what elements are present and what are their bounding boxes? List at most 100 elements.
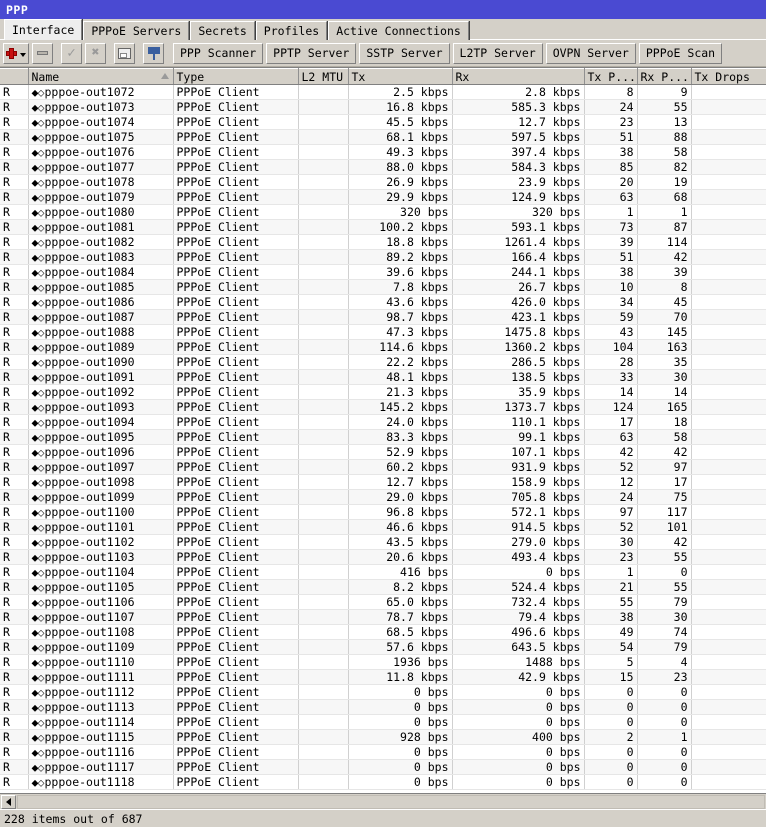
cell-name: ⬥⬦pppoe-out1077 [28,159,174,175]
horizontal-scrollbar[interactable] [0,793,766,809]
table-row[interactable]: R ⬥⬦pppoe-out1081 PPPoE Client 100.2 kbps 59… [0,219,766,235]
cell-type: PPPoE Client [173,564,299,580]
table-row[interactable]: R ⬥⬦pppoe-out1111 PPPoE Client 11.8 kbps 42.… [0,669,766,685]
add-button[interactable] [3,42,29,64]
button-label: PPTP Server [273,46,350,60]
table-row[interactable]: R ⬥⬦pppoe-out1113 PPPoE Client 0 bps 0 bps 0 0 [0,699,766,715]
tab-pppoe-servers[interactable]: PPPoE Servers [83,21,190,40]
table-row[interactable]: R ⬥⬦pppoe-out1090 PPPoE Client 22.2 kbps 286… [0,354,766,370]
column-header-tx[interactable]: Tx [348,68,453,85]
table-row[interactable]: R ⬥⬦pppoe-out1104 PPPoE Client 416 bps 0 bps… [0,564,766,580]
table-row[interactable]: R ⬥⬦pppoe-out1086 PPPoE Client 43.6 kbps 426… [0,294,766,310]
table-row[interactable]: R ⬥⬦pppoe-out1106 PPPoE Client 65.0 kbps 732… [0,594,766,610]
cell-tx: 96.8 kbps [348,504,453,520]
table-row[interactable]: R ⬥⬦pppoe-out1107 PPPoE Client 78.7 kbps 79.… [0,609,766,625]
table-row[interactable]: R ⬥⬦pppoe-out1103 PPPoE Client 20.6 kbps 493… [0,549,766,565]
table-row[interactable]: R ⬥⬦pppoe-out1077 PPPoE Client 88.0 kbps 584… [0,159,766,175]
table-row[interactable]: R ⬥⬦pppoe-out1109 PPPoE Client 57.6 kbps 643… [0,639,766,655]
disable-button[interactable]: ✖ [85,42,106,64]
tab-active-connections[interactable]: Active Connections [328,21,469,40]
column-header-rxp[interactable]: Rx P... [637,68,692,85]
remove-button[interactable] [32,42,53,64]
table-row[interactable]: R ⬥⬦pppoe-out1092 PPPoE Client 21.3 kbps 35.… [0,384,766,400]
cell-tx: 65.0 kbps [348,594,453,610]
table-row[interactable]: R ⬥⬦pppoe-out1093 PPPoE Client 145.2 kbps 13… [0,399,766,415]
table-row[interactable]: R ⬥⬦pppoe-out1099 PPPoE Client 29.0 kbps 705… [0,489,766,505]
column-header-rx[interactable]: Rx [452,68,585,85]
table-row[interactable]: R ⬥⬦pppoe-out1083 PPPoE Client 89.2 kbps 166… [0,249,766,265]
tab-profiles[interactable]: Profiles [255,21,328,40]
table-row[interactable]: R ⬥⬦pppoe-out1085 PPPoE Client 7.8 kbps 26.7… [0,279,766,295]
tab-secrets[interactable]: Secrets [190,21,255,40]
column-header-txp[interactable]: Tx P... [584,68,638,85]
table-row[interactable]: R ⬥⬦pppoe-out1100 PPPoE Client 96.8 kbps 572… [0,504,766,520]
cell-rxp: 18 [637,414,692,430]
sstp-server-button[interactable]: SSTP Server [359,42,450,64]
table-row[interactable]: R ⬥⬦pppoe-out1116 PPPoE Client 0 bps 0 bps 0 0 [0,744,766,760]
cell-rxp: 0 [637,564,692,580]
table-row[interactable]: R ⬥⬦pppoe-out1089 PPPoE Client 114.6 kbps 13… [0,339,766,355]
enable-button[interactable]: ✓ [61,42,82,64]
ppp-scanner-button[interactable]: PPP Scanner [173,42,264,64]
table-row[interactable]: R ⬥⬦pppoe-out1076 PPPoE Client 49.3 kbps 397… [0,144,766,160]
interface-table-container[interactable]: Name Type L2 MTU Tx Rx Tx P... Rx P... Tx Drops… [0,67,766,793]
table-row[interactable]: R ⬥⬦pppoe-out1108 PPPoE Client 68.5 kbps 496… [0,624,766,640]
column-header-txd[interactable]: Tx Drops [691,68,766,85]
table-row[interactable]: R ⬥⬦pppoe-out1078 PPPoE Client 26.9 kbps 23.… [0,174,766,190]
cell-name: ⬥⬦pppoe-out1073 [28,99,174,115]
table-row[interactable]: R ⬥⬦pppoe-out1115 PPPoE Client 928 bps 400 b… [0,729,766,745]
column-header-mtu[interactable]: L2 MTU [298,68,349,85]
cell-txp: 52 [584,459,638,475]
cell-type: PPPoE Client [173,684,299,700]
interface-name: pppoe-out1096 [44,445,135,459]
table-row[interactable]: R ⬥⬦pppoe-out1114 PPPoE Client 0 bps 0 bps 0 0 [0,714,766,730]
cell-txp: 51 [584,129,638,145]
l2tp-server-button[interactable]: L2TP Server [452,42,543,64]
table-row[interactable]: R ⬥⬦pppoe-out1117 PPPoE Client 0 bps 0 bps 0 0 [0,759,766,775]
table-row[interactable]: R ⬥⬦pppoe-out1105 PPPoE Client 8.2 kbps 524.… [0,579,766,595]
cell-txd [691,729,766,745]
cell-tx: 78.7 kbps [348,609,453,625]
pppoe-scan-button[interactable]: PPPoE Scan [638,42,723,64]
table-row[interactable]: R ⬥⬦pppoe-out1084 PPPoE Client 39.6 kbps 244… [0,264,766,280]
table-row[interactable]: R ⬥⬦pppoe-out1097 PPPoE Client 60.2 kbps 931… [0,459,766,475]
pptp-server-button[interactable]: PPTP Server [266,42,357,64]
column-header-flag[interactable] [0,68,29,85]
table-row[interactable]: R ⬥⬦pppoe-out1095 PPPoE Client 83.3 kbps 99.… [0,429,766,445]
table-row[interactable]: R ⬥⬦pppoe-out1091 PPPoE Client 48.1 kbps 138… [0,369,766,385]
table-row[interactable]: R ⬥⬦pppoe-out1072 PPPoE Client 2.5 kbps 2.8 … [0,84,766,100]
tab-interface[interactable]: Interface [4,19,83,40]
interface-name: pppoe-out1093 [44,400,135,414]
table-row[interactable]: R ⬥⬦pppoe-out1088 PPPoE Client 47.3 kbps 147… [0,324,766,340]
table-row[interactable]: R ⬥⬦pppoe-out1073 PPPoE Client 16.8 kbps 585… [0,99,766,115]
ovpn-server-button[interactable]: OVPN Server [545,42,636,64]
table-row[interactable]: R ⬥⬦pppoe-out1096 PPPoE Client 52.9 kbps 107… [0,444,766,460]
interface-name: pppoe-out1098 [44,475,135,489]
table-row[interactable]: R ⬥⬦pppoe-out1082 PPPoE Client 18.8 kbps 126… [0,234,766,250]
column-header-name[interactable]: Name [28,68,174,85]
filter-button[interactable] [143,42,164,64]
column-header-type[interactable]: Type [173,68,299,85]
table-row[interactable]: R ⬥⬦pppoe-out1079 PPPoE Client 29.9 kbps 124… [0,189,766,205]
table-row[interactable]: R ⬥⬦pppoe-out1080 PPPoE Client 320 bps 320 b… [0,204,766,220]
cell-txd [691,564,766,580]
cell-name: ⬥⬦pppoe-out1075 [28,129,174,145]
scroll-left-button[interactable] [1,794,16,809]
table-row[interactable]: R ⬥⬦pppoe-out1094 PPPoE Client 24.0 kbps 110… [0,414,766,430]
table-row[interactable]: R ⬥⬦pppoe-out1101 PPPoE Client 46.6 kbps 914… [0,519,766,535]
column-header-label: Rx P... [640,69,689,84]
cell-type: PPPoE Client [173,129,299,145]
table-row[interactable]: R ⬥⬦pppoe-out1098 PPPoE Client 12.7 kbps 158… [0,474,766,490]
comment-button[interactable] [114,42,135,64]
table-row[interactable]: R ⬥⬦pppoe-out1102 PPPoE Client 43.5 kbps 279… [0,534,766,550]
table-row[interactable]: R ⬥⬦pppoe-out1118 PPPoE Client 0 bps 0 bps 0 0 [0,774,766,790]
cell-flag: R [0,144,29,160]
dynamic-interface-icon: ⬥⬦ [31,538,45,549]
table-row[interactable]: R ⬥⬦pppoe-out1074 PPPoE Client 45.5 kbps 12.… [0,114,766,130]
dynamic-interface-icon: ⬥⬦ [31,688,45,699]
table-row[interactable]: R ⬥⬦pppoe-out1110 PPPoE Client 1936 bps 1488… [0,654,766,670]
scrollbar-track[interactable] [17,794,765,809]
table-row[interactable]: R ⬥⬦pppoe-out1087 PPPoE Client 98.7 kbps 423… [0,309,766,325]
table-row[interactable]: R ⬥⬦pppoe-out1075 PPPoE Client 68.1 kbps 597… [0,129,766,145]
table-row[interactable]: R ⬥⬦pppoe-out1112 PPPoE Client 0 bps 0 bps 0 0 [0,684,766,700]
